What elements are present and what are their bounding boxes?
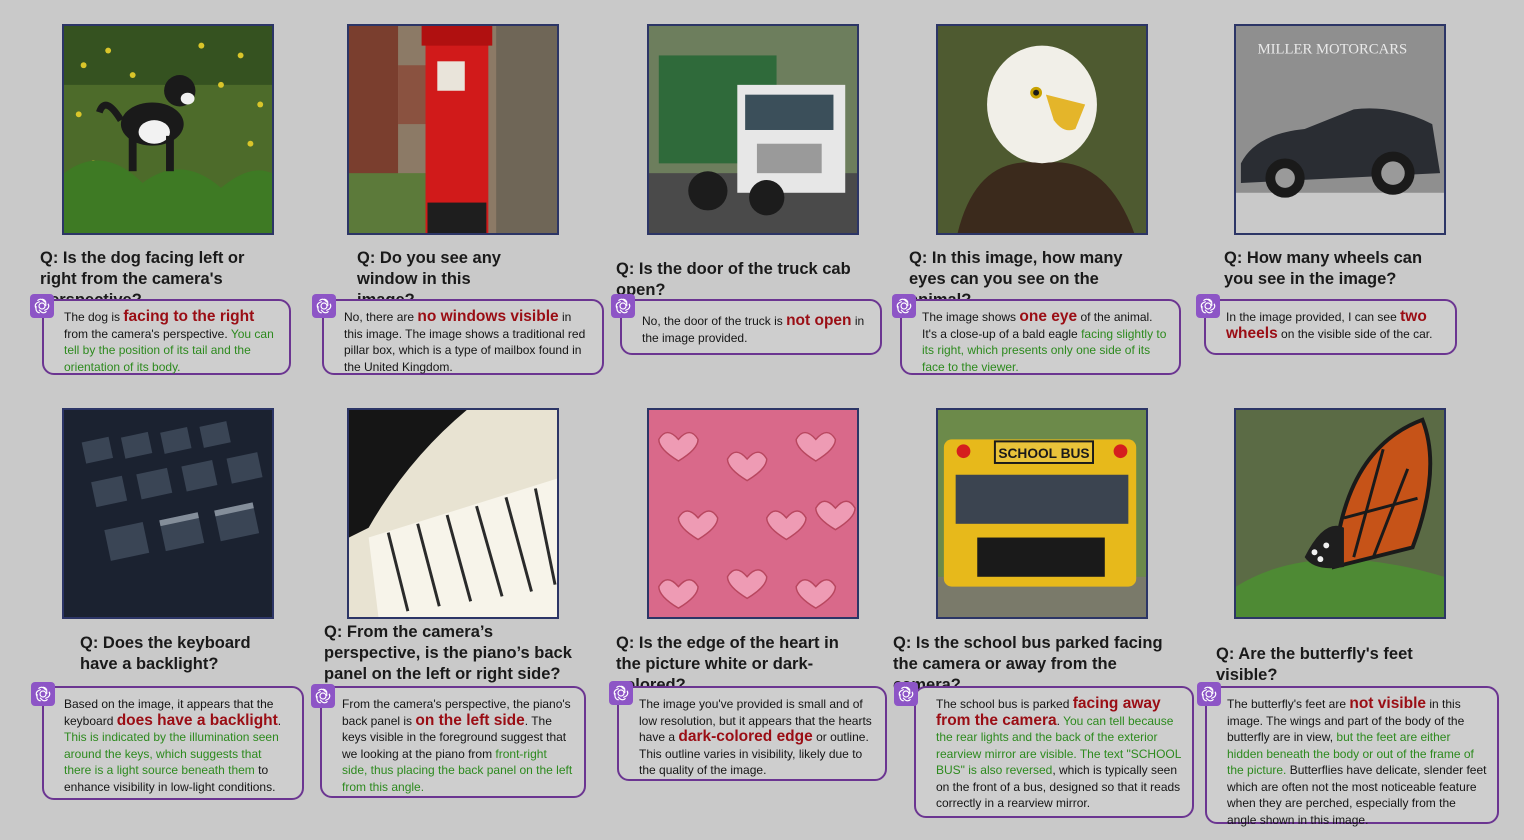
question-3: Q: Is the door of the truck cab open? (616, 260, 851, 299)
answer-text: The school bus is parked (936, 697, 1073, 711)
hearts-photo (647, 408, 859, 619)
answer-text: The butterfly's feet are (1227, 697, 1350, 711)
keyboard-photo (62, 408, 274, 619)
answer-highlight: on the left side (415, 711, 525, 729)
pillar-box-photo (347, 24, 559, 235)
answer-text: In the image provided, I can see (1226, 310, 1401, 324)
openai-logo-icon (609, 681, 633, 705)
eagle-photo (936, 24, 1148, 235)
openai-logo-icon (30, 294, 54, 318)
answer-bubble-3: No, the door of the truck is not open in… (620, 299, 882, 355)
dog-photo (62, 24, 274, 235)
answer-text: The image shows (922, 310, 1020, 324)
school-bus-photo: SCHOOL BUS (936, 408, 1148, 619)
truck-photo (647, 24, 859, 235)
answer-bubble-1: The dog is facing to the right from the … (42, 299, 291, 375)
car-photo-sign: MILLER MOTORCARS (1258, 41, 1408, 57)
openai-logo-icon (894, 682, 918, 706)
openai-logo-icon (1197, 682, 1221, 706)
answer-highlight: not visible (1349, 695, 1427, 712)
answer-highlight: does have a backlight (116, 711, 278, 729)
answer-highlight: not open (786, 312, 852, 329)
openai-logo-icon (31, 682, 55, 706)
answer-bubble-4: The image shows one eye of the animal. I… (900, 299, 1181, 375)
piano-photo (347, 408, 559, 619)
question-10: Q: Are the butterfly's feet visible? (1216, 645, 1413, 684)
answer-bubble-9: The school bus is parked facing away fro… (914, 686, 1194, 818)
answer-bubble-5: In the image provided, I can see two whe… (1204, 299, 1457, 355)
openai-logo-icon (1196, 294, 1220, 318)
answer-bubble-2: No, there are no windows visible in this… (322, 299, 604, 375)
answer-bubble-10: The butterfly's feet are not visible in … (1205, 686, 1499, 827)
question-5: Q: How many wheels can you see in the im… (1224, 249, 1423, 288)
answer-bubble-8: The image you've provided is small and o… (617, 686, 887, 781)
answer-highlight: dark-colored edge (678, 728, 813, 745)
question-6: Q: Does the keyboard have a backlight? (80, 634, 251, 673)
openai-logo-icon (312, 294, 336, 318)
answer-evidence: This is indicated by the illumination se… (64, 730, 279, 777)
answer-text: The dog is (64, 310, 124, 324)
car-photo: MILLER MOTORCARS (1234, 24, 1446, 235)
answer-text: from the camera's perspective. (64, 326, 231, 341)
answer-highlight: one eye (1019, 308, 1078, 325)
butterfly-photo (1234, 408, 1446, 619)
openai-logo-icon (611, 294, 635, 318)
answer-bubble-6: Based on the image, it appears that the … (42, 686, 304, 800)
answer-highlight: facing to the right (123, 308, 255, 325)
answer-text: on the visible side of the car. (1277, 326, 1433, 341)
bus-sign: SCHOOL BUS (998, 446, 1089, 461)
openai-logo-icon (311, 684, 335, 708)
answer-text: No, there are (344, 310, 418, 324)
question-7: Q: From the camera’s perspective, is the… (324, 623, 572, 683)
answer-text: No, the door of the truck is (642, 314, 787, 328)
answer-text: . (277, 713, 282, 728)
answer-highlight: no windows visible (417, 308, 559, 325)
openai-logo-icon (892, 294, 916, 318)
answer-bubble-7: From the camera's perspective, the piano… (320, 686, 586, 798)
